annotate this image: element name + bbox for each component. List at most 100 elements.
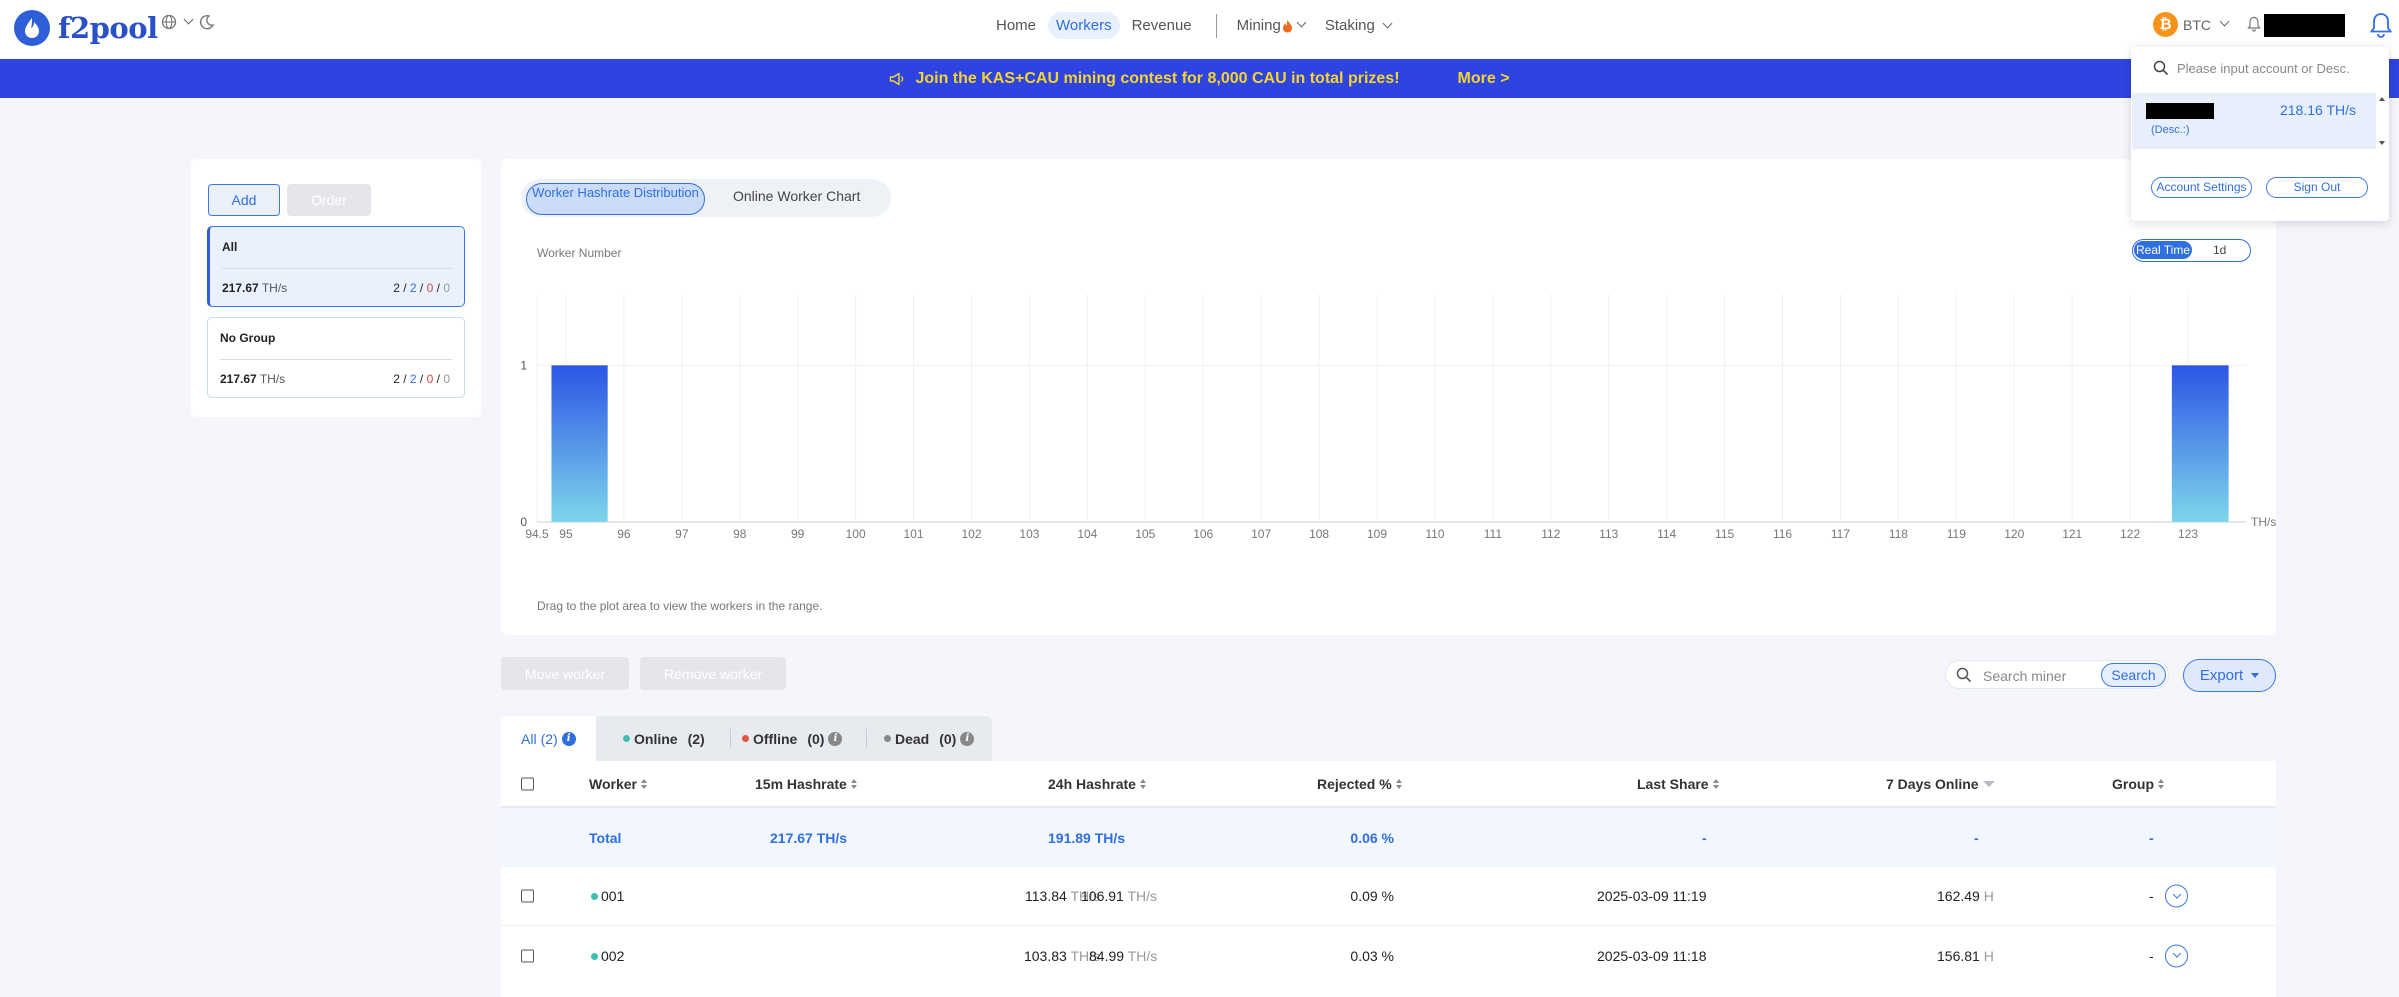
- nav-mining[interactable]: Mining: [1229, 12, 1313, 39]
- banner-text: Join the KAS+CAU mining contest for 8,00…: [915, 69, 1400, 87]
- col-hashrate-15m[interactable]: 15m Hashrate: [755, 776, 857, 792]
- col-label: Worker: [589, 775, 637, 792]
- dark-mode-toggle[interactable]: [199, 14, 215, 33]
- worker-name-text: 002: [601, 947, 625, 964]
- table-row[interactable]: 001 113.84 TH/s 106.91 TH/s 0.09 % 2025-…: [501, 867, 2276, 926]
- coin-selector[interactable]: ₿ BTC: [2153, 12, 2230, 37]
- bitcoin-icon: ₿: [2153, 12, 2178, 37]
- col-rejected[interactable]: Rejected %: [1317, 776, 1402, 792]
- language-selector[interactable]: [161, 14, 194, 30]
- sort-icon: [640, 778, 647, 789]
- group-hashrate: 217.67 TH/s: [222, 281, 287, 295]
- x-tick-label: 119: [1947, 527, 1966, 541]
- worker-filter-tabs: All (2) i Online (2) Offline (0) i Dead …: [501, 716, 992, 761]
- filter-tab-online[interactable]: Online (2): [623, 716, 705, 761]
- filter-tab-offline[interactable]: Offline (0) i: [742, 716, 843, 761]
- chart-drag-hint: Drag to the plot area to view the worker…: [537, 599, 823, 613]
- row-checkbox[interactable]: [521, 889, 534, 903]
- x-tick-label: 118: [1889, 527, 1908, 541]
- filter-count: (0): [939, 730, 957, 747]
- worker-name[interactable]: 002: [591, 948, 624, 964]
- info-icon[interactable]: i: [960, 731, 975, 746]
- account-settings-button[interactable]: Account Settings: [2151, 177, 2252, 198]
- remove-worker-button[interactable]: Remove worker: [640, 657, 786, 690]
- col-label: Last Share: [1637, 775, 1709, 792]
- hashrate-distribution-chart[interactable]: 94.5 95 96 97 98 99 100 101 102 103 104 105 106 107 10…: [501, 159, 2276, 599]
- coin-label: BTC: [2183, 16, 2211, 33]
- nav-mining-label: Mining: [1236, 17, 1281, 34]
- search-icon: [1956, 667, 1972, 683]
- col-last-share[interactable]: Last Share: [1637, 776, 1719, 792]
- account-name-redacted[interactable]: [2264, 14, 2345, 37]
- x-tick-label: 116: [1773, 527, 1792, 541]
- x-tick-label: 102: [961, 527, 981, 541]
- search-miner-input[interactable]: Search miner: [1983, 668, 2066, 684]
- x-tick-label: 112: [1541, 527, 1560, 541]
- col-hashrate-24h[interactable]: 24h Hashrate: [1048, 776, 1146, 792]
- worker-name[interactable]: 001: [591, 888, 624, 904]
- account-hashrate: 218.16 TH/s: [2279, 102, 2356, 118]
- scrollbar[interactable]: [2377, 93, 2387, 149]
- select-all-checkbox[interactable]: [521, 777, 534, 790]
- nav-divider: [1215, 13, 1217, 38]
- chart-panel: Worker Hashrate Distribution Online Work…: [501, 159, 2276, 635]
- divider: [222, 268, 452, 269]
- total-7days-online: -: [1974, 829, 1979, 846]
- banner-more-link[interactable]: More >: [1458, 70, 1510, 88]
- nav-workers[interactable]: Workers: [1048, 12, 1120, 39]
- unit: TH/s: [1127, 947, 1158, 964]
- last-share: 2025-03-09 11:18: [1597, 947, 1707, 964]
- x-tick-label: 98: [733, 527, 747, 541]
- row-checkbox[interactable]: [521, 949, 534, 962]
- order-groups-button[interactable]: Order: [287, 184, 371, 216]
- miner-search: Search miner Search: [1945, 660, 2169, 689]
- filter-tab-all[interactable]: All (2) i: [501, 716, 596, 761]
- account-bell-icon[interactable]: [2247, 16, 2261, 35]
- col-group[interactable]: Group: [2112, 776, 2164, 792]
- info-icon[interactable]: i: [561, 731, 576, 746]
- export-button[interactable]: Export: [2183, 659, 2276, 692]
- search-button[interactable]: Search: [2101, 663, 2166, 687]
- info-icon[interactable]: i: [828, 731, 843, 746]
- nav-revenue[interactable]: Revenue: [1124, 12, 1200, 39]
- nav-home[interactable]: Home: [988, 12, 1044, 39]
- total-hashrate-24h: 191.89 TH/s: [1048, 829, 1126, 846]
- col-worker[interactable]: Worker: [589, 776, 647, 792]
- x-tick-label: 111: [1484, 527, 1503, 541]
- total-hashrate-15m: 217.67 TH/s: [770, 829, 848, 846]
- expand-row-button[interactable]: [2165, 884, 2188, 908]
- divider: [220, 359, 452, 360]
- x-tick-label: 105: [1135, 527, 1155, 541]
- nav-staking[interactable]: Staking: [1317, 12, 1399, 39]
- col-7days-online[interactable]: 7 Days Online: [1886, 776, 1995, 792]
- filter-label: All: [521, 730, 537, 747]
- chevron-down-icon: [1382, 18, 1393, 29]
- logo[interactable]: f2pool: [14, 10, 158, 46]
- count-total: 2: [393, 372, 400, 386]
- sort-icon: [1139, 778, 1146, 789]
- main-nav: Home Workers Revenue Mining Staking: [988, 12, 1403, 39]
- account-search-input[interactable]: Please input account or Desc.: [2177, 61, 2350, 76]
- expand-row-button[interactable]: [2165, 944, 2188, 967]
- group-card-all[interactable]: All 217.67 TH/s 2 / 2 / 0 / 0: [207, 226, 465, 307]
- total-rejected: 0.06 %: [1350, 829, 1394, 846]
- chevron-down-icon: [1296, 17, 1307, 28]
- move-worker-button[interactable]: Move worker: [501, 657, 629, 690]
- x-axis-unit-label: TH/s: [2251, 515, 2276, 529]
- table-row[interactable]: 002 103.83 TH/s 84.99 TH/s 0.03 % 2025-0…: [501, 926, 2276, 985]
- megaphone-icon: [890, 72, 904, 85]
- count-offline: 0: [426, 281, 434, 295]
- notification-bell-icon[interactable]: [2369, 12, 2393, 41]
- x-tick-label: 122: [2120, 527, 2140, 541]
- x-tick-label: 104: [1077, 527, 1097, 541]
- x-tick-label: 108: [1309, 527, 1329, 541]
- x-tick-label: 95: [559, 527, 573, 541]
- filter-label: Dead: [895, 730, 930, 747]
- account-list-item[interactable]: 218.16 TH/s (Desc.:): [2132, 93, 2376, 149]
- add-group-button[interactable]: Add: [208, 184, 280, 216]
- filter-tab-dead[interactable]: Dead (0) i: [884, 716, 975, 761]
- sign-out-button[interactable]: Sign Out: [2266, 177, 2368, 198]
- x-tick-label: 113: [1599, 527, 1618, 541]
- count-total: 2: [393, 281, 400, 295]
- group-card-no-group[interactable]: No Group 217.67 TH/s 2 / 2 / 0 / 0: [207, 317, 465, 398]
